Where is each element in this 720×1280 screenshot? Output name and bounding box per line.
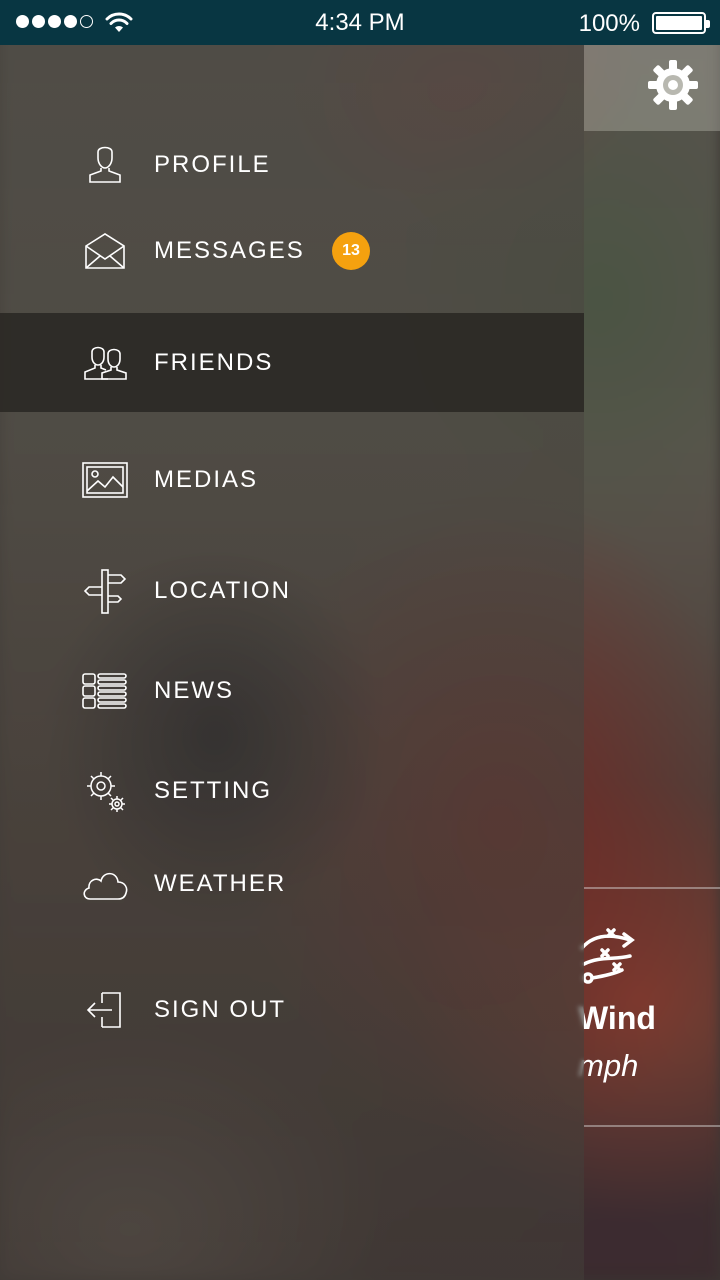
- menu-item-label: PROFILE: [154, 151, 271, 178]
- user-icon: [78, 138, 132, 192]
- menu-item-label: SETTING: [154, 777, 273, 804]
- menu-item-label: NEWS: [154, 677, 234, 704]
- status-bar: 4:34 PM 100%: [0, 0, 720, 45]
- battery-percent: 100%: [578, 10, 640, 37]
- menu-item-label: MEDIAS: [154, 466, 259, 493]
- menu-item-messages[interactable]: MESSAGES 13: [0, 216, 584, 286]
- menu-item-label: SIGN OUT: [154, 996, 287, 1023]
- cloud-icon: [78, 857, 132, 911]
- menu-item-friends[interactable]: FRIENDS: [0, 313, 584, 412]
- menu-item-location[interactable]: LOCATION: [0, 556, 584, 626]
- wind-value: mph: [578, 1048, 639, 1083]
- sign-out-icon: [78, 983, 132, 1037]
- unread-count-badge: 13: [332, 232, 370, 270]
- signpost-icon: [78, 564, 132, 618]
- friends-icon: [78, 336, 132, 390]
- menu-item-news[interactable]: NEWS: [0, 656, 584, 726]
- menu-item-setting[interactable]: SETTING: [0, 756, 584, 826]
- divider: [584, 1125, 720, 1127]
- side-drawer-menu: PROFILE MESSAGES 13 FRIENDS MEDIAS LOCAT…: [0, 45, 584, 1280]
- envelope-icon: [78, 224, 132, 278]
- image-icon: [78, 453, 132, 507]
- news-list-icon: [78, 664, 132, 718]
- gears-icon: [78, 764, 132, 818]
- menu-item-sign-out[interactable]: SIGN OUT: [0, 975, 584, 1045]
- menu-item-label: FRIENDS: [154, 348, 274, 376]
- menu-item-medias[interactable]: MEDIAS: [0, 445, 584, 515]
- settings-gear-icon[interactable]: [646, 58, 700, 112]
- menu-item-label: WEATHER: [154, 870, 287, 897]
- menu-item-weather[interactable]: WEATHER: [0, 849, 584, 919]
- menu-item-profile[interactable]: PROFILE: [0, 130, 584, 200]
- menu-item-label: MESSAGES: [154, 237, 305, 264]
- battery-icon: [652, 12, 710, 34]
- wind-label: Wind: [578, 1000, 656, 1036]
- menu-item-label: LOCATION: [154, 577, 291, 604]
- divider: [584, 887, 720, 889]
